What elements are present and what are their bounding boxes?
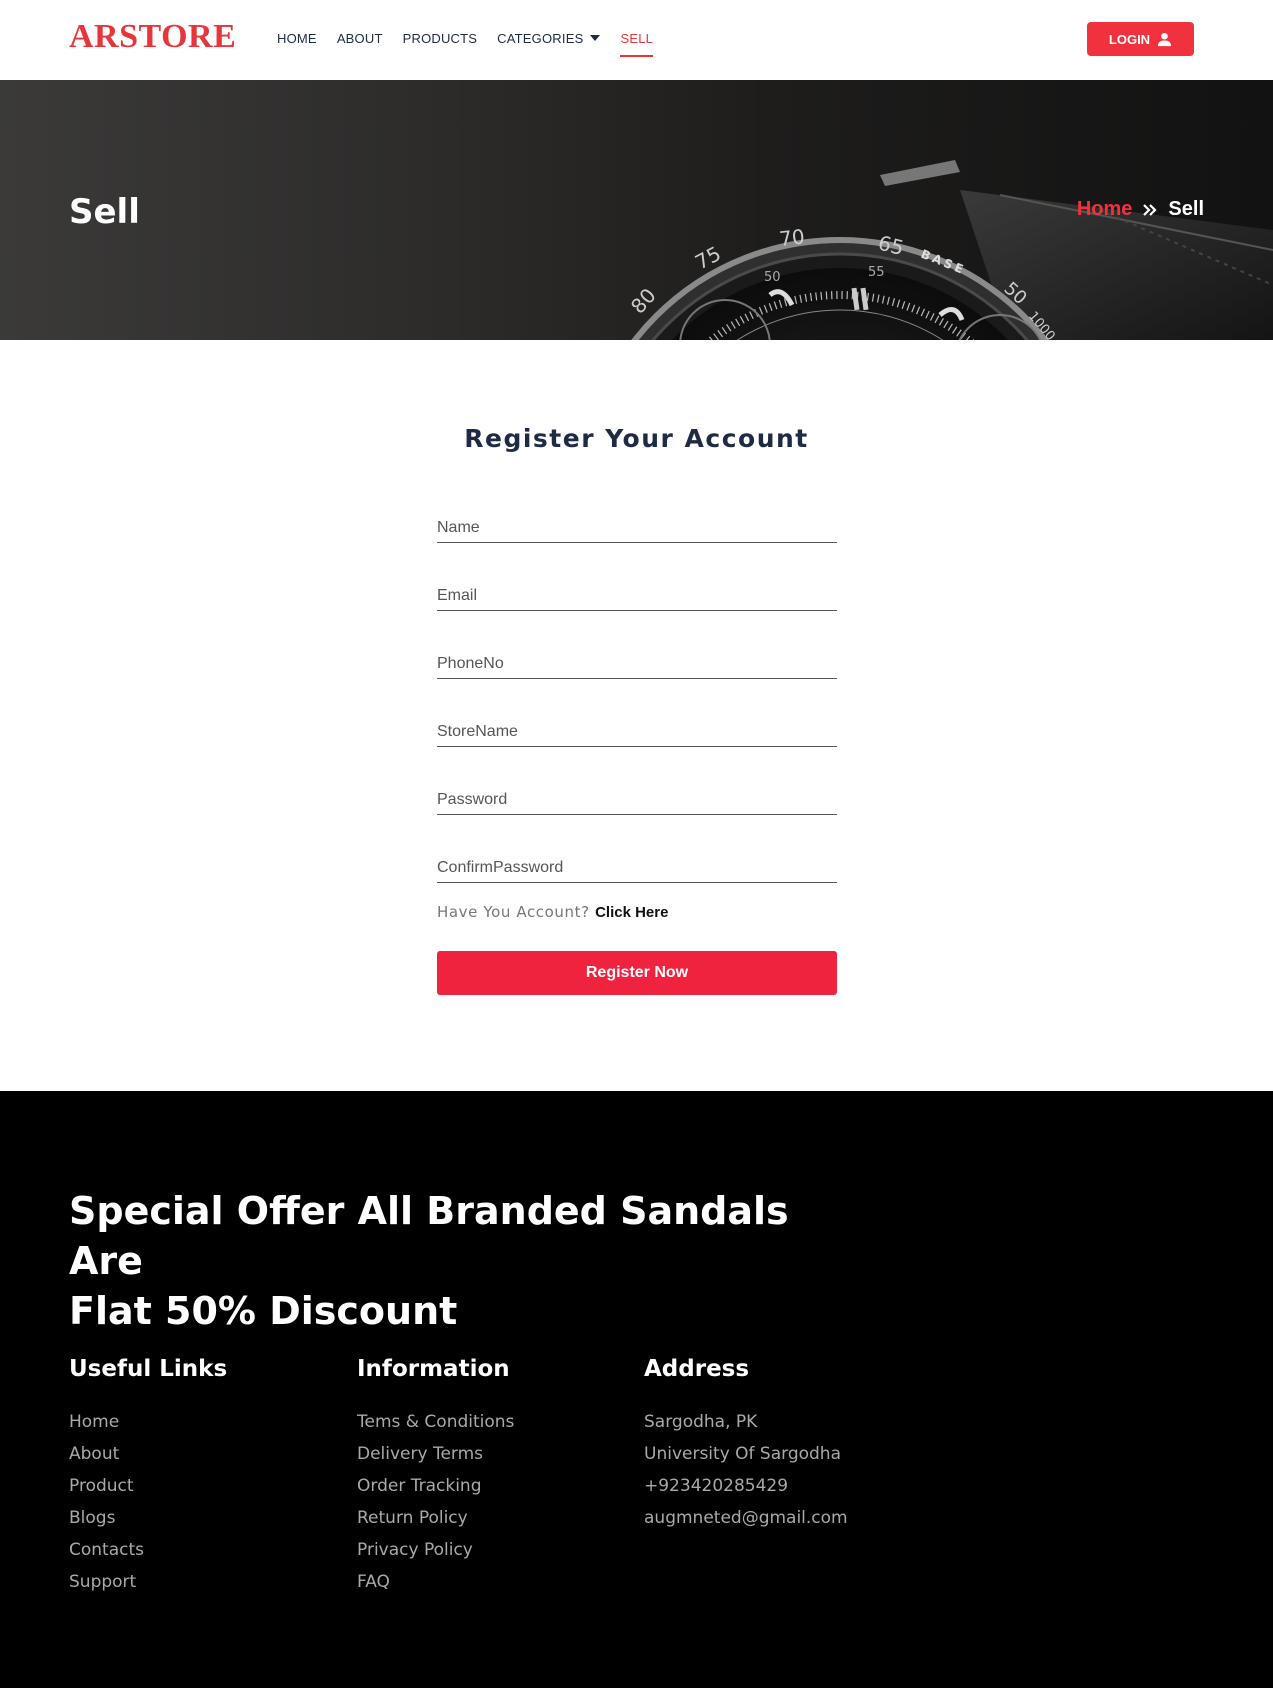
- svg-text:55: 55: [868, 265, 885, 280]
- useful-links-heading: Useful Links: [69, 1356, 228, 1382]
- caret-down-icon: [590, 35, 601, 41]
- brand-logo[interactable]: ARSTORE: [69, 18, 236, 56]
- page-hero-banner: 80 75 70 65 BASE 50 1000 55 50 Sell Home…: [0, 80, 1273, 340]
- phone-field: [437, 643, 837, 679]
- svg-text:50: 50: [764, 270, 781, 285]
- password-input[interactable]: [437, 779, 837, 813]
- password-field: [437, 779, 837, 815]
- login-button[interactable]: LOGIN: [1087, 22, 1194, 56]
- name-input[interactable]: [437, 507, 837, 541]
- address-university: University Of Sargodha: [644, 1444, 842, 1464]
- footer-link-support[interactable]: Support: [69, 1566, 227, 1598]
- information-column: Information Tems & Conditions Delivery T…: [357, 1356, 514, 1598]
- double-chevron-right-icon: [1143, 203, 1157, 216]
- login-link[interactable]: Click Here: [595, 904, 668, 921]
- nav-home[interactable]: HOME: [277, 28, 317, 48]
- name-field: [437, 507, 837, 543]
- footer-link-faq[interactable]: FAQ: [357, 1566, 514, 1598]
- nav-sell[interactable]: SELL: [620, 28, 653, 57]
- useful-links-column: Useful Links Home About Product Blogs Co…: [69, 1356, 227, 1598]
- confirm-password-field: [437, 847, 837, 883]
- footer-link-return-policy[interactable]: Return Policy: [357, 1502, 514, 1534]
- register-form-title: Register Your Account: [464, 424, 809, 453]
- footer-link-terms[interactable]: Tems & Conditions: [357, 1406, 514, 1438]
- store-name-input[interactable]: [437, 711, 837, 745]
- login-prompt: Have You Account? Click Here: [437, 903, 668, 921]
- nav-categories-label: CATEGORIES: [497, 30, 584, 46]
- breadcrumb: Home Sell: [1077, 198, 1204, 221]
- breadcrumb-current: Sell: [1168, 198, 1204, 220]
- address-column: Address Sargodha, PK University Of Sargo…: [644, 1356, 848, 1534]
- page-title: Sell: [69, 192, 140, 232]
- address-email: augmneted@gmail.com: [644, 1508, 848, 1528]
- top-navbar: ARSTORE HOME ABOUT PRODUCTS CATEGORIES S…: [0, 0, 1273, 80]
- footer-link-product[interactable]: Product: [69, 1470, 227, 1502]
- svg-text:70: 70: [778, 224, 806, 251]
- address-heading: Address: [644, 1356, 750, 1382]
- footer-link-about[interactable]: About: [69, 1438, 227, 1470]
- offer-line-1: Special Offer All Branded Sandals Are: [69, 1189, 789, 1283]
- site-footer: Special Offer All Branded Sandals Are Fl…: [0, 1091, 1273, 1688]
- information-heading: Information: [357, 1356, 510, 1382]
- nav-about[interactable]: ABOUT: [337, 28, 383, 48]
- store-name-field: [437, 711, 837, 747]
- register-button[interactable]: Register Now: [437, 951, 837, 995]
- footer-link-blogs[interactable]: Blogs: [69, 1502, 227, 1534]
- address-phone: +923420285429: [644, 1476, 789, 1496]
- footer-link-order-tracking[interactable]: Order Tracking: [357, 1470, 514, 1502]
- special-offer-banner: Special Offer All Branded Sandals Are Fl…: [69, 1186, 829, 1336]
- user-icon: [1158, 32, 1172, 46]
- login-label: LOGIN: [1108, 31, 1151, 47]
- nav-products[interactable]: PRODUCTS: [403, 28, 478, 48]
- nav-categories-dropdown[interactable]: CATEGORIES: [497, 28, 601, 48]
- address-city: Sargodha, PK: [644, 1412, 758, 1432]
- footer-link-privacy-policy[interactable]: Privacy Policy: [357, 1534, 514, 1566]
- main-nav: HOME ABOUT PRODUCTS CATEGORIES SELL: [277, 28, 673, 57]
- confirm-password-input[interactable]: [437, 847, 837, 881]
- email-field: [437, 575, 837, 611]
- phone-input[interactable]: [437, 643, 837, 677]
- login-prompt-text: Have You Account?: [437, 903, 590, 921]
- footer-link-contacts[interactable]: Contacts: [69, 1534, 227, 1566]
- footer-link-delivery-terms[interactable]: Delivery Terms: [357, 1438, 514, 1470]
- email-input[interactable]: [437, 575, 837, 609]
- offer-line-2: Flat 50% Discount: [69, 1289, 458, 1333]
- footer-link-home[interactable]: Home: [69, 1406, 227, 1438]
- breadcrumb-home-link[interactable]: Home: [1077, 198, 1133, 221]
